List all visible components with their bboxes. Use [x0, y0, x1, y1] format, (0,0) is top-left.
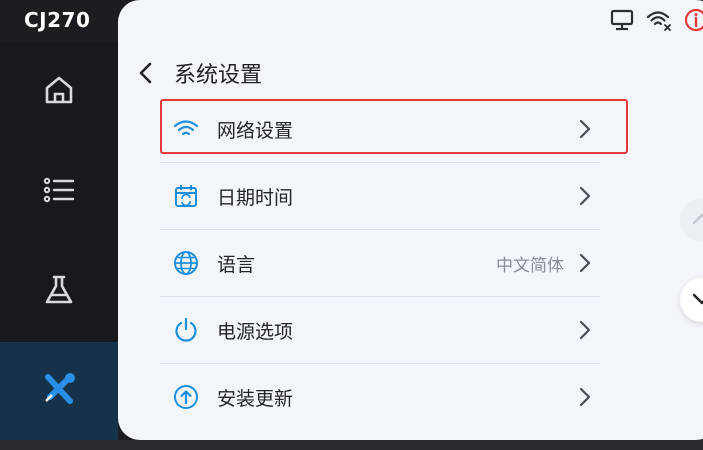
menu-item-network[interactable]: 网络设置 — [160, 96, 600, 163]
chevron-right-icon — [578, 317, 598, 343]
sidebar-item-home[interactable] — [0, 42, 118, 142]
wifi-icon — [173, 116, 199, 142]
sidebar-item-lab[interactable] — [0, 242, 118, 342]
chevron-right-icon — [578, 250, 598, 276]
tools-icon — [40, 371, 78, 413]
menu-item-language[interactable]: 语言 中文简体 — [160, 230, 600, 297]
upload-icon — [173, 384, 199, 410]
chevron-up-icon — [691, 211, 703, 230]
home-icon — [42, 73, 76, 111]
menu-item-label: 安装更新 — [217, 387, 294, 410]
menu-item-datetime[interactable]: 日期时间 — [160, 163, 600, 230]
scroll-down-button[interactable] — [680, 278, 703, 322]
menu-item-label: 网络设置 — [217, 119, 294, 142]
menu-item-label: 日期时间 — [217, 186, 294, 209]
settings-menu: 网络设置 日期时间 语言 中文简体 电源选项 安装更新 — [160, 96, 600, 430]
menu-item-label: 语言 — [217, 253, 256, 276]
sidebar — [0, 42, 118, 450]
globe-icon — [173, 250, 199, 276]
monitor-icon — [610, 9, 634, 31]
chevron-right-icon — [578, 183, 598, 209]
calendar-sync-icon — [173, 183, 199, 209]
page-header: 系统设置 — [138, 58, 262, 88]
device-title: CJ270 — [24, 8, 91, 32]
chevron-right-icon — [578, 116, 598, 142]
chevron-down-icon — [691, 291, 703, 310]
alert-info-icon[interactable] — [684, 8, 703, 32]
sidebar-item-list[interactable] — [0, 142, 118, 242]
status-bar — [610, 8, 703, 32]
page-title: 系统设置 — [174, 63, 263, 88]
scroll-up-button[interactable] — [680, 198, 703, 242]
language-value: 中文简体 — [496, 255, 564, 276]
menu-item-update[interactable]: 安装更新 — [160, 364, 600, 430]
menu-item-power[interactable]: 电源选项 — [160, 297, 600, 364]
sidebar-item-settings[interactable] — [0, 342, 118, 442]
chevron-right-icon — [578, 384, 598, 410]
menu-item-label: 电源选项 — [217, 320, 294, 343]
flask-icon — [42, 273, 76, 311]
back-button[interactable] — [138, 58, 158, 88]
wifi-disconnected-icon — [646, 9, 672, 31]
bottom-strip — [0, 440, 703, 450]
list-icon — [42, 173, 76, 211]
power-icon — [173, 317, 199, 343]
